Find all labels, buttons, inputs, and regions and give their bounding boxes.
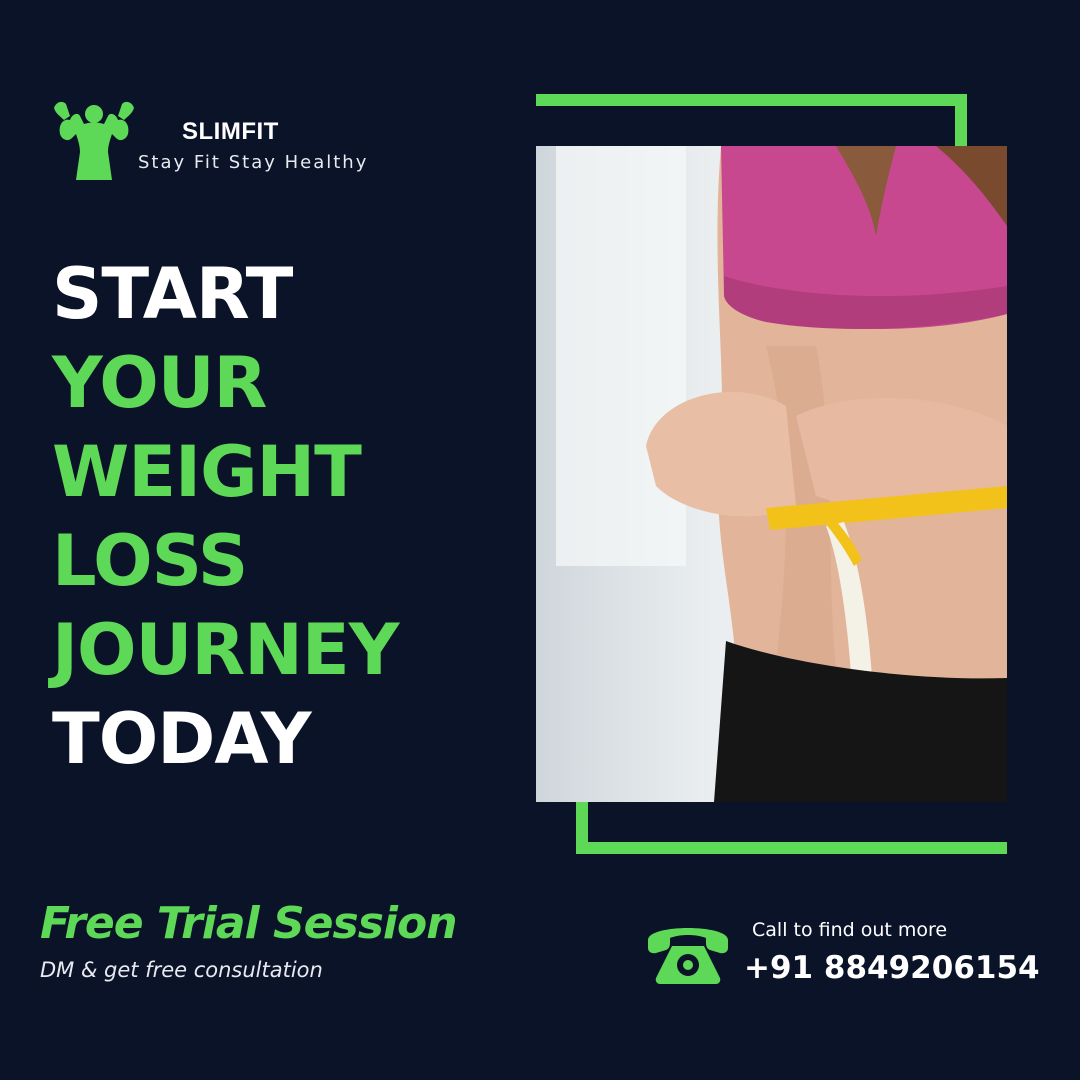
- phone-number[interactable]: +91 8849206154: [744, 950, 1040, 986]
- promo-subtitle: DM & get free consultation: [40, 958, 323, 982]
- headline-line: TODAY: [52, 698, 312, 780]
- headline: START YOUR WEIGHT LOSS JOURNEY TODAY: [52, 250, 399, 784]
- muscle-man-icon: [50, 94, 138, 182]
- call-label: Call to find out more: [752, 919, 948, 941]
- woman-measuring-waist-image: [536, 146, 1007, 802]
- telephone-icon: [644, 918, 732, 984]
- headline-line: YOUR: [52, 342, 267, 424]
- headline-line: JOURNEY: [52, 609, 399, 691]
- headline-line: START: [52, 253, 293, 335]
- brand-name: SLIMFIT: [182, 118, 279, 145]
- brand-tagline: Stay Fit Stay Healthy: [138, 152, 369, 173]
- headline-line: WEIGHT: [52, 431, 362, 513]
- promo-title: Free Trial Session: [40, 898, 458, 949]
- headline-line: LOSS: [52, 520, 248, 602]
